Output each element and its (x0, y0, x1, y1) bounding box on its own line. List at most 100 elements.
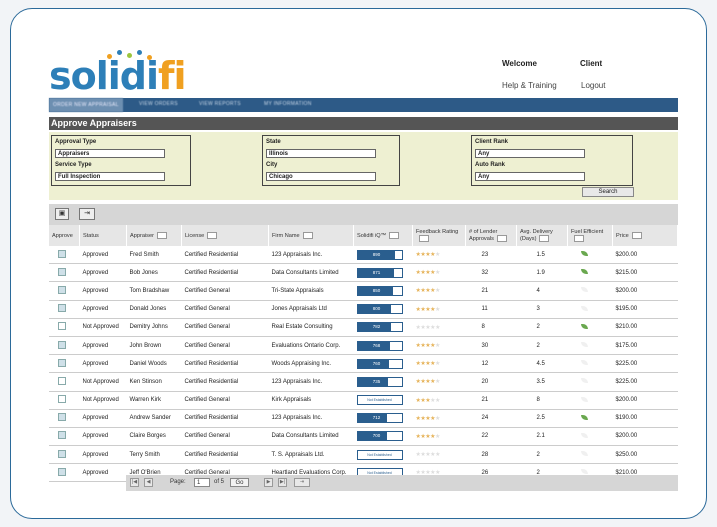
table-row[interactable]: Not Approved Warren Kirk Certified General… (49, 391, 678, 410)
appraiser-cell: John Brown (126, 336, 182, 356)
approve-checkbox[interactable] (58, 413, 66, 422)
col-delivery[interactable]: Avg. Delivery (Days) (516, 225, 568, 246)
approve-checkbox[interactable] (58, 304, 66, 313)
sort-icon[interactable] (419, 235, 429, 242)
col-appraiser[interactable]: Appraiser (126, 225, 182, 246)
leaf-icon (580, 432, 588, 438)
sort-icon[interactable] (302, 232, 313, 239)
price-cell: $200.00 (612, 391, 678, 410)
approve-checkbox[interactable] (58, 376, 66, 385)
col-iq[interactable]: Solidifi iQ™ (353, 225, 413, 246)
table-row[interactable]: Approved Bob Jones Certified Residential Da… (49, 263, 678, 283)
table-row[interactable]: Approved Tom Bradshaw Certified General Tri… (49, 281, 678, 301)
table-row[interactable]: Approved Andrew Sander Certified Residenti… (49, 409, 678, 428)
logout-link[interactable]: Logout (581, 81, 605, 90)
iq-score: 800 (372, 306, 381, 312)
col-firm[interactable]: Firm Name (268, 225, 354, 246)
feedback-cell: ★★★★★ (412, 391, 466, 410)
page-count: of 5 (214, 479, 225, 485)
approve-checkbox[interactable] (58, 431, 66, 440)
approval-type-select[interactable]: Appraisers (55, 149, 165, 158)
table-row[interactable]: Approved Daniel Woods Certified Residentia… (49, 354, 678, 374)
col-lender[interactable]: # of Lender Approvals (465, 225, 517, 246)
approve-checkbox[interactable] (58, 467, 66, 476)
price-cell: $175.00 (612, 336, 678, 356)
approve-checkbox[interactable] (58, 395, 66, 404)
approve-checkbox[interactable] (58, 358, 66, 367)
export-icon[interactable]: ⇥ (79, 208, 95, 220)
approve-checkbox[interactable] (58, 249, 66, 258)
firm-cell: T. S. Appraisals Ltd. (268, 445, 354, 465)
auto-rank-select[interactable]: Any (475, 172, 585, 181)
leaf-icon (580, 451, 588, 457)
approve-checkbox[interactable] (58, 267, 66, 276)
table-row[interactable]: Not Approved Demitry Johns Certified Gener… (49, 318, 678, 337)
col-fuel[interactable]: Fuel Efficient (567, 225, 613, 246)
status-cell: Not Approved (79, 391, 127, 410)
export-icon[interactable]: ⇥ (294, 478, 310, 487)
next-page-icon[interactable]: ▶ (264, 478, 273, 487)
col-feedback[interactable]: Feedback Rating (412, 225, 466, 246)
lender-cell: 20 (465, 372, 517, 392)
col-license[interactable]: License (181, 225, 269, 246)
table-row[interactable]: Approved Terry Smith Certified Residential… (49, 445, 678, 465)
license-cell: Certified Residential (181, 246, 269, 265)
page-label: Page: (170, 479, 186, 485)
state-select[interactable]: Illinois (266, 149, 376, 158)
firm-cell: 123 Appraisals Inc. (268, 409, 354, 428)
sort-icon[interactable] (574, 235, 584, 242)
price-cell: $250.00 (612, 445, 678, 465)
fuel-cell (567, 445, 613, 465)
service-type-select[interactable]: Full Inspection (55, 172, 165, 181)
price-cell: $195.00 (612, 300, 678, 319)
sort-icon[interactable] (631, 232, 642, 239)
last-page-icon[interactable]: ▶| (278, 478, 287, 487)
leaf-icon (580, 469, 588, 475)
search-button[interactable]: Search (582, 187, 634, 197)
fuel-cell (567, 300, 613, 319)
approve-checkbox[interactable] (58, 449, 66, 458)
go-button[interactable]: Go (230, 478, 249, 487)
client-rank-select[interactable]: Any (475, 149, 585, 158)
table-row[interactable]: Approved Claire Borges Certified General Da… (49, 427, 678, 447)
sort-icon[interactable] (539, 235, 550, 242)
sort-icon[interactable] (496, 235, 507, 242)
sort-icon[interactable] (207, 232, 218, 239)
col-status[interactable]: Status (79, 225, 127, 246)
tab-view-reports[interactable]: VIEW REPORTS (199, 101, 241, 107)
fuel-cell (567, 246, 613, 265)
table-row[interactable]: Approved Donald Jones Certified General Jon… (49, 300, 678, 319)
firm-cell: Data Consultants Limited (268, 427, 354, 447)
table-body: Approved Fred Smith Certified Residential 1… (49, 246, 678, 483)
table-row[interactable]: Approved John Brown Certified General Evalu… (49, 336, 678, 356)
iq-score: 890 (372, 251, 381, 257)
sort-icon[interactable] (389, 232, 400, 239)
page-input[interactable]: 1 (194, 478, 210, 487)
firm-cell: Tri-State Appraisals (268, 281, 354, 301)
prev-page-icon[interactable]: ◀ (144, 478, 153, 487)
firm-cell: 123 Appraisals Inc. (268, 246, 354, 265)
col-lender-label: # of Lender Approvals (469, 229, 498, 242)
client-rank-label: Client Rank (475, 139, 509, 145)
filter-group-rank: Client Rank Any Auto Rank Any (471, 135, 633, 186)
delivery-cell: 3.5 (516, 372, 568, 392)
save-icon[interactable]: ▣ (55, 208, 69, 220)
col-approve[interactable]: Approve (49, 225, 80, 246)
delivery-cell: 2 (516, 318, 568, 337)
city-select[interactable]: Chicago (266, 172, 376, 181)
table-row[interactable]: Approved Fred Smith Certified Residential 1… (49, 246, 678, 265)
col-price[interactable]: Price (612, 225, 678, 246)
approve-checkbox[interactable] (58, 285, 66, 294)
table-row[interactable]: Not Approved Ken Stinson Certified Residen… (49, 372, 678, 392)
feedback-cell: ★★★★★ (412, 263, 466, 283)
firm-cell: Real Estate Consulting (268, 318, 354, 337)
first-page-icon[interactable]: |◀ (130, 478, 139, 487)
tab-my-information[interactable]: MY INFORMATION (264, 101, 312, 107)
help-training-link[interactable]: Help & Training (502, 81, 557, 90)
license-cell: Certified General (181, 300, 269, 319)
approve-checkbox[interactable] (58, 322, 66, 331)
approve-checkbox[interactable] (58, 340, 66, 349)
tab-view-orders[interactable]: VIEW ORDERS (139, 101, 178, 107)
tab-order-new-appraisal[interactable]: ORDER NEW APPRAISAL (49, 98, 123, 112)
sort-icon[interactable] (156, 232, 167, 239)
